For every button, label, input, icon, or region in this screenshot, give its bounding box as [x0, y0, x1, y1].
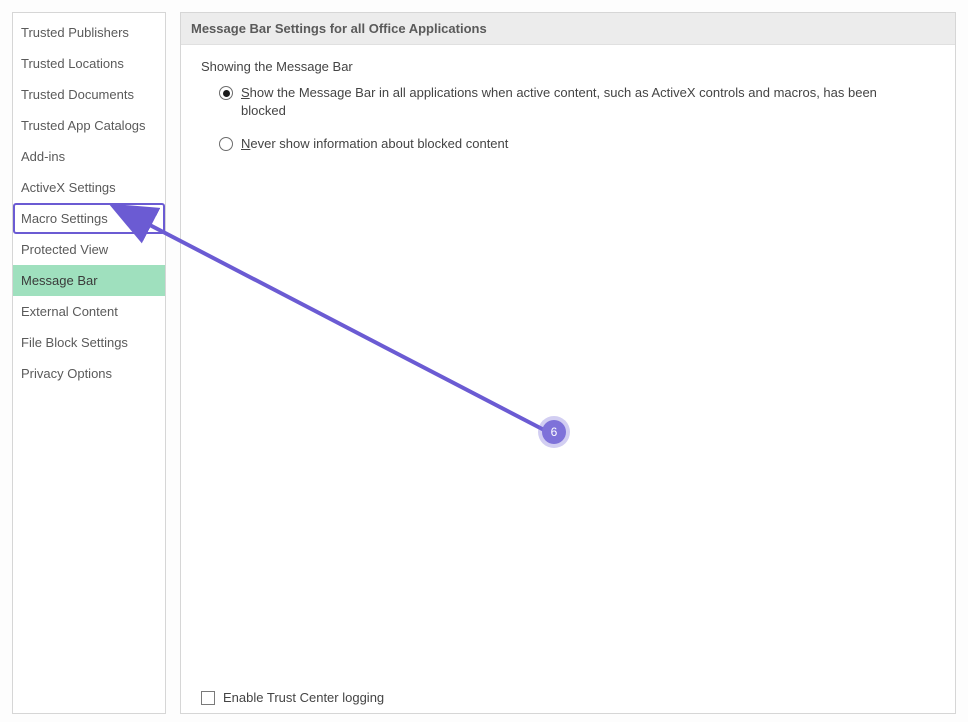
enable-logging-row[interactable]: Enable Trust Center logging [201, 690, 384, 705]
sidebar-item-trusted-locations[interactable]: Trusted Locations [13, 48, 165, 79]
sidebar-item-message-bar[interactable]: Message Bar [13, 265, 165, 296]
radio-never-show-info[interactable]: Never show information about blocked con… [219, 135, 919, 153]
content-panel: Message Bar Settings for all Office Appl… [180, 12, 956, 714]
radio-icon [219, 137, 233, 151]
checkbox-icon [201, 691, 215, 705]
checkbox-label: Enable Trust Center logging [223, 690, 384, 705]
radio-label: Show the Message Bar in all applications… [241, 84, 919, 119]
content-body: Showing the Message Bar Show the Message… [181, 45, 955, 713]
sidebar-item-trusted-publishers[interactable]: Trusted Publishers [13, 17, 165, 48]
sidebar-item-external-content[interactable]: External Content [13, 296, 165, 327]
sidebar-item-macro-settings[interactable]: Macro Settings [13, 203, 165, 234]
sidebar-item-protected-view[interactable]: Protected View [13, 234, 165, 265]
radio-show-message-bar[interactable]: Show the Message Bar in all applications… [219, 84, 919, 119]
sidebar-item-privacy-options[interactable]: Privacy Options [13, 358, 165, 389]
sidebar-item-activex-settings[interactable]: ActiveX Settings [13, 172, 165, 203]
content-header: Message Bar Settings for all Office Appl… [181, 13, 955, 45]
sidebar-item-file-block-settings[interactable]: File Block Settings [13, 327, 165, 358]
radio-group-showing-message-bar: Show the Message Bar in all applications… [219, 84, 939, 153]
group-title: Showing the Message Bar [201, 59, 939, 74]
radio-label: Never show information about blocked con… [241, 135, 508, 153]
sidebar-item-trusted-documents[interactable]: Trusted Documents [13, 79, 165, 110]
sidebar-item-add-ins[interactable]: Add-ins [13, 141, 165, 172]
radio-icon [219, 86, 233, 100]
sidebar-list: Trusted Publishers Trusted Locations Tru… [13, 17, 165, 389]
sidebar: Trusted Publishers Trusted Locations Tru… [12, 12, 166, 714]
sidebar-item-trusted-app-catalogs[interactable]: Trusted App Catalogs [13, 110, 165, 141]
